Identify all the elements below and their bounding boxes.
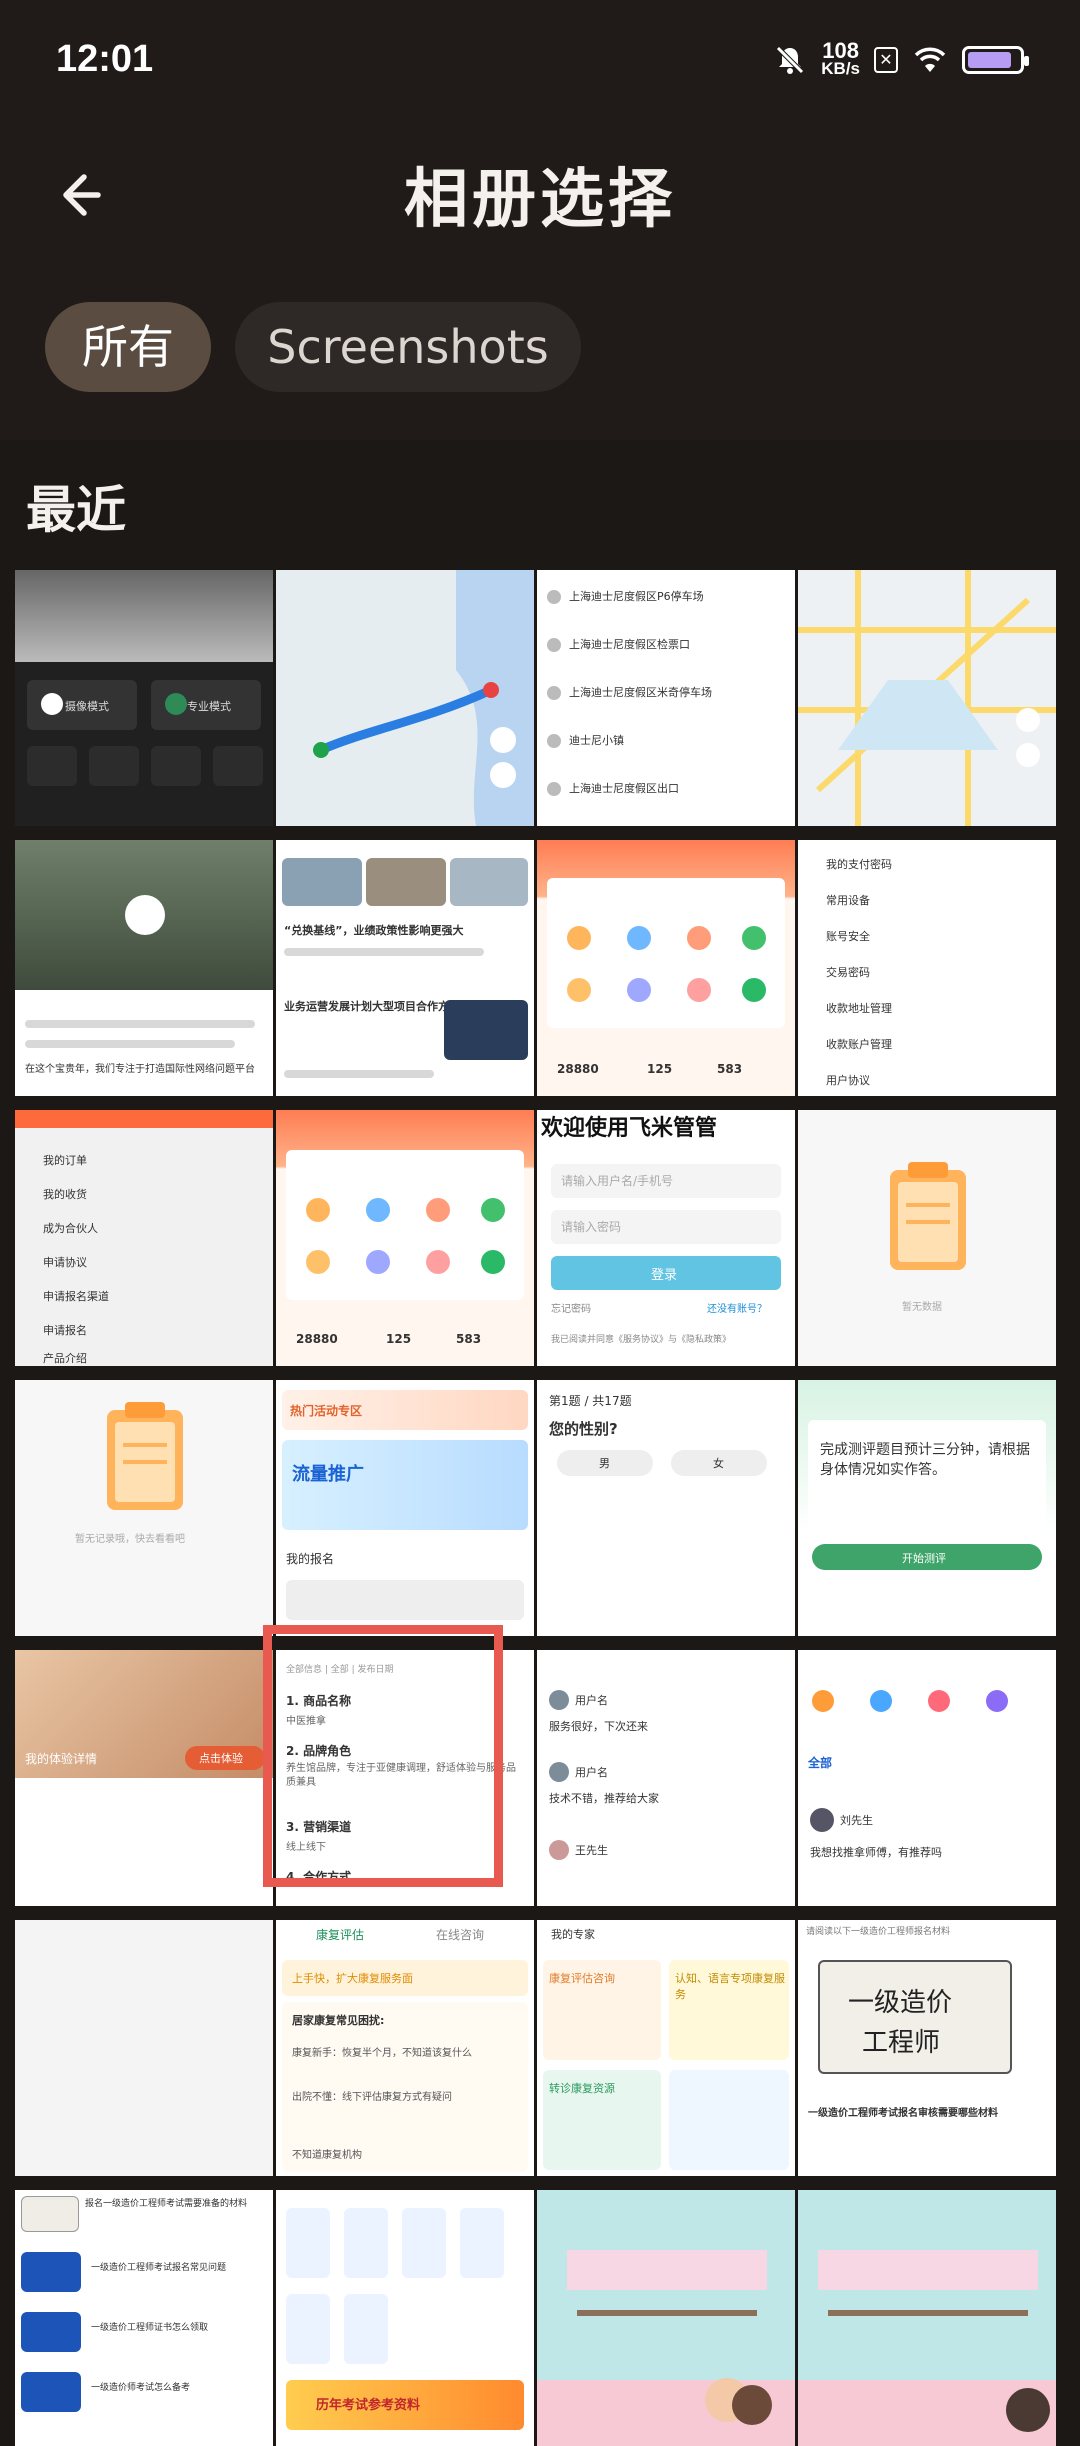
- photo-thumbnail[interactable]: [798, 570, 1056, 826]
- photo-thumbnail[interactable]: 第1题 / 共17题 您的性别? 男 女: [537, 1380, 795, 1636]
- photo-thumbnail[interactable]: 用户名 服务很好，下次还来 用户名 技术不错，推荐给大家 王先生: [537, 1650, 795, 1906]
- photo-thumbnail[interactable]: 我的专家 康复评估咨询 认知、语言专项康复服务 转诊康复资源: [537, 1920, 795, 2176]
- empty-clipboard-icon: [107, 1402, 183, 1510]
- mute-bell-icon: [776, 46, 805, 74]
- photo-thumbnail[interactable]: 完成测评题目预计三分钟，请根据身体情况如实作答。 开始测评: [798, 1380, 1056, 1636]
- empty-clipboard-icon: [890, 1162, 966, 1270]
- photo-thumbnail[interactable]: [276, 570, 534, 826]
- status-icons: 108 KB/s ✕: [773, 38, 1029, 82]
- photo-thumbnail[interactable]: 暂无数据: [798, 1110, 1056, 1366]
- photo-thumbnail[interactable]: 暂无记录哦，快去看看吧: [15, 1380, 273, 1636]
- filter-chip-screenshots[interactable]: Screenshots: [235, 302, 581, 392]
- photo-thumbnail[interactable]: 我的订单 我的收货 成为合伙人 申请协议 申请报名渠道 申请报名 产品介绍: [15, 1110, 273, 1366]
- photo-thumbnail[interactable]: 康复评估 在线咨询 上手快，扩大康复服务面 居家康复常见困扰: 康复新手：恢复半…: [276, 1920, 534, 2176]
- selection-highlight: [263, 1625, 503, 1887]
- photo-thumbnail[interactable]: 在这个宝贵年，我们专注于打造国际性网络问题平台: [15, 840, 273, 1096]
- photo-thumbnail[interactable]: 全部 刘先生 我想找推拿师傅，有推荐吗: [798, 1650, 1056, 1906]
- status-bar: 12:01 108 KB/s ✕: [0, 0, 1080, 120]
- photo-thumbnail[interactable]: 请阅读以下一级造价工程师报名材料 一级造价 工程师 一级造价工程师考试报名审核需…: [798, 1920, 1056, 2176]
- photo-thumbnail[interactable]: 热门活动专区 流量推广 我的报名: [276, 1380, 534, 1636]
- page-title: 相册选择: [404, 163, 676, 237]
- photo-thumbnail[interactable]: 28880 125 583: [276, 1110, 534, 1366]
- photo-thumbnail[interactable]: [15, 1920, 273, 2176]
- clock: 12:01: [56, 38, 154, 80]
- no-sim-icon: ✕: [874, 47, 898, 73]
- photo-thumbnail[interactable]: 我的体验详情 点击体验: [15, 1650, 273, 1906]
- filter-chip-all[interactable]: 所有: [45, 302, 211, 392]
- map-graphic: [798, 570, 1056, 826]
- wifi-icon: [914, 47, 946, 72]
- photo-thumbnail[interactable]: 我的支付密码 常用设备 账号安全 交易密码 收款地址管理 收款账户管理 用户协议: [798, 840, 1056, 1096]
- photo-thumbnail[interactable]: 上海迪士尼度假区P6停车场 上海迪士尼度假区检票口 上海迪士尼度假区米奇停车场 …: [537, 570, 795, 826]
- network-speed: 108 KB/s: [821, 38, 860, 78]
- photo-thumbnail[interactable]: 摄像模式 专业模式: [15, 570, 273, 826]
- map-route-graphic: [276, 570, 534, 826]
- photo-thumbnail[interactable]: 28880 125 583: [537, 840, 795, 1096]
- photo-thumbnail[interactable]: 欢迎使用飞米管管 请输入用户名/手机号 请输入密码 登录 忘记密码 还没有账号？…: [537, 1110, 795, 1366]
- battery-icon: [962, 46, 1029, 74]
- photo-thumbnail[interactable]: “兑换基线”，业绩政策性影响更强大 业务运营发展计划大型项目合作方案: [276, 840, 534, 1096]
- section-title-recent: 最近: [26, 481, 126, 539]
